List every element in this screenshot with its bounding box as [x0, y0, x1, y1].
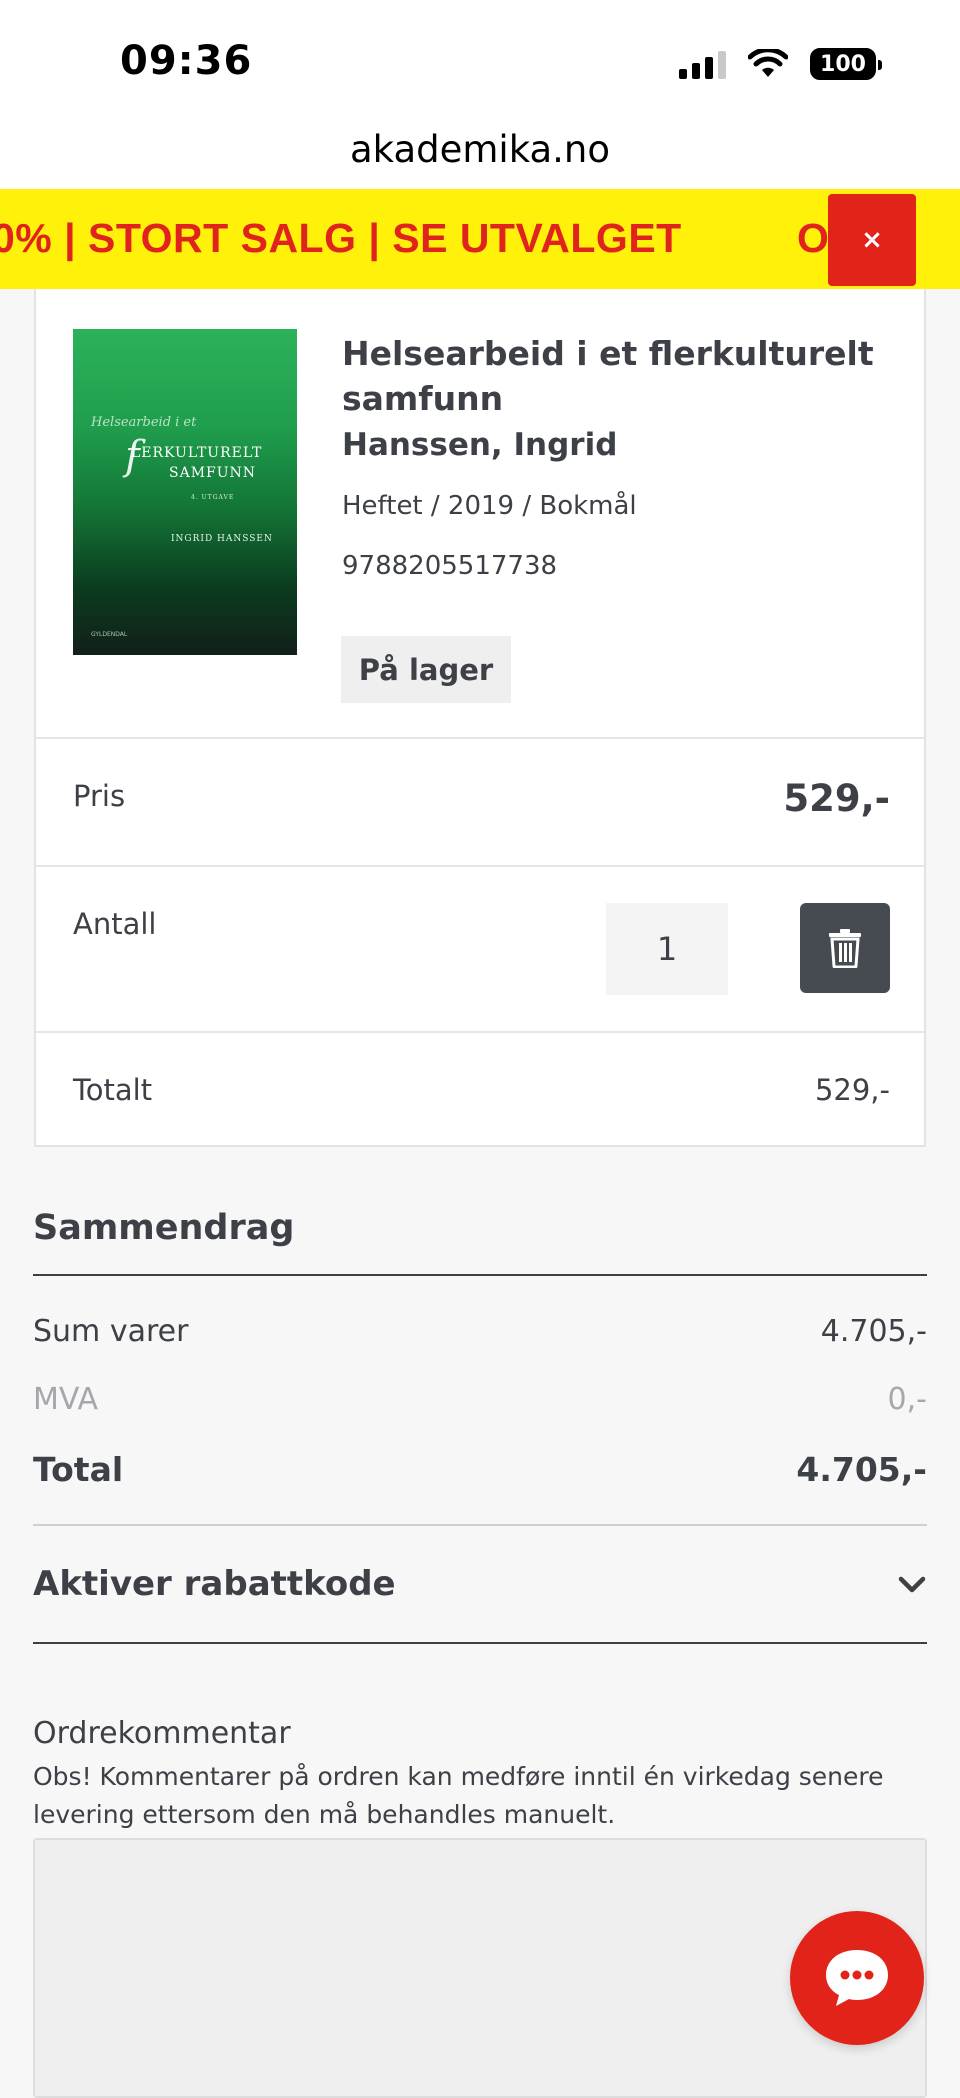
book-author: Hanssen, Ingrid — [342, 427, 618, 463]
stock-status-badge: På lager — [341, 636, 511, 703]
summary-vat-value: 0,- — [887, 1382, 927, 1417]
quantity-label: Antall — [73, 907, 157, 941]
book-format-year-language: Heftet / 2019 / Bokmål — [342, 491, 637, 521]
order-comment-label: Ordrekommentar — [33, 1716, 291, 1751]
summary-items-value: 4.705,- — [820, 1314, 927, 1349]
remove-item-button[interactable] — [800, 903, 890, 993]
status-bar: 09:36 100 — [0, 0, 960, 120]
summary-total-label: Total — [33, 1450, 124, 1489]
url-text: akademika.no — [350, 128, 610, 171]
discount-code-label: Aktiver rabattkode — [33, 1564, 396, 1604]
price-row: Pris 529,- — [36, 737, 924, 865]
chevron-down-icon — [898, 1576, 926, 1593]
cover-title-line1: LERKULTURELT — [131, 445, 263, 461]
summary-total-value: 4.705,- — [796, 1450, 927, 1489]
summary-items-row: Sum varer 4.705,- — [33, 1314, 927, 1364]
battery-icon: 100 — [810, 48, 882, 80]
line-total-value: 529,- — [814, 1073, 890, 1107]
cellular-signal-icon — [679, 49, 726, 79]
cover-edition: 4. UTGAVE — [191, 494, 235, 501]
book-cover-image[interactable]: Helsearbeid i et f LERKULTURELT SAMFUNN … — [73, 329, 297, 655]
summary-vat-row: MVA 0,- — [33, 1382, 927, 1432]
chat-icon — [826, 1950, 888, 2006]
book-isbn: 9788205517738 — [342, 551, 558, 581]
quantity-input[interactable] — [606, 903, 728, 995]
wifi-icon — [748, 49, 788, 77]
chat-button[interactable] — [790, 1911, 924, 2045]
quantity-row: Antall — [36, 865, 924, 1031]
discount-code-toggle[interactable]: Aktiver rabattkode — [33, 1526, 927, 1644]
summary-items-label: Sum varer — [33, 1314, 189, 1349]
cover-author: INGRID HANSSEN — [171, 534, 273, 544]
order-comment-note: Obs! Kommentarer på ordren kan medføre i… — [33, 1762, 884, 1829]
line-total-label: Totalt — [73, 1073, 153, 1107]
cover-subtitle: Helsearbeid i et — [91, 415, 197, 430]
price-value: 529,- — [783, 777, 890, 820]
summary-vat-label: MVA — [33, 1382, 99, 1417]
promo-banner[interactable]: 0% | STORT SALG | SE UTVALGET O I 80 × — [0, 189, 960, 289]
trash-icon — [829, 929, 861, 968]
price-label: Pris — [73, 779, 126, 813]
cart-item-card: Helsearbeid i et f LERKULTURELT SAMFUNN … — [34, 289, 926, 1147]
battery-level: 100 — [820, 51, 866, 77]
line-total-row: Totalt 529,- — [36, 1031, 924, 1145]
promo-text: 0% | STORT SALG | SE UTVALGET — [0, 215, 682, 261]
cover-title-line2: SAMFUNN — [169, 465, 257, 481]
status-icons: 100 — [679, 44, 882, 84]
cover-publisher: GYLDENDAL — [91, 631, 128, 638]
summary-total-row: Total 4.705,- — [33, 1450, 927, 1500]
book-title-link[interactable]: Helsearbeid i et flerkulturelt samfunn — [342, 331, 902, 421]
status-time: 09:36 — [120, 38, 253, 84]
summary-title: Sammendrag — [33, 1208, 295, 1248]
browser-url-bar[interactable]: akademika.no — [0, 120, 960, 190]
promo-close-button[interactable]: × — [828, 194, 916, 286]
summary-divider — [33, 1274, 927, 1276]
